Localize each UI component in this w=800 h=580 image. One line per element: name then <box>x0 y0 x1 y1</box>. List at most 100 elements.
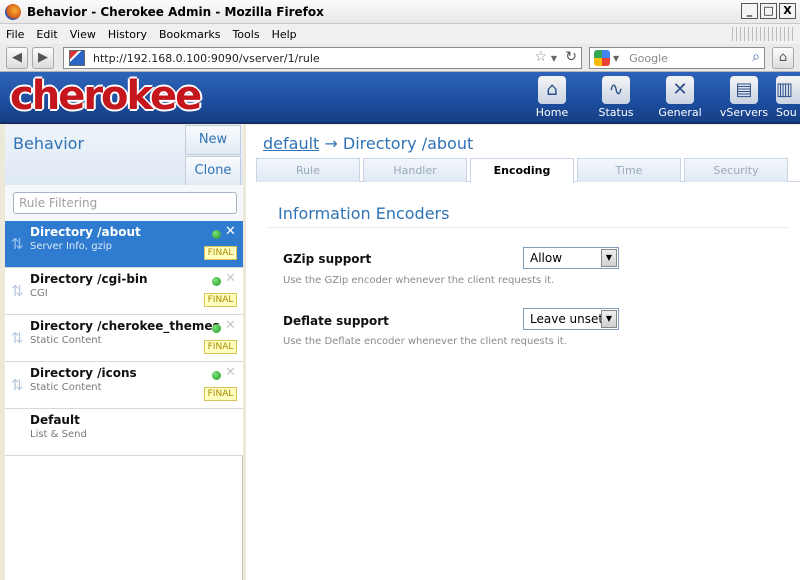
final-badge[interactable]: FINAL <box>204 340 237 354</box>
menu-edit[interactable]: Edit <box>30 28 63 41</box>
behavior-sidebar: Behavior New Clone Rule Filtering ⇅ Dire… <box>5 125 243 580</box>
search-icon[interactable]: ⌕ <box>752 49 760 65</box>
app-header: cherokee ⌂ Home ∿ Status ✕ General ▤ vSe… <box>0 72 800 124</box>
enabled-status-icon[interactable] <box>212 277 221 286</box>
search-input[interactable]: Google <box>629 52 668 65</box>
delete-rule-icon[interactable]: ✕ <box>225 365 236 380</box>
search-bar[interactable]: ▼ Google ⌕ <box>589 47 765 69</box>
drag-handle-icon[interactable]: ⇅ <box>11 282 24 300</box>
menu-file[interactable]: File <box>0 28 30 41</box>
home-icon: ⌂ <box>778 50 788 65</box>
forward-button[interactable]: ▶ <box>32 47 54 69</box>
breadcrumb-current: Directory /about <box>342 134 474 153</box>
rule-editor: default → Directory /about Rule Handler … <box>246 125 800 580</box>
reload-icon[interactable]: ↻ <box>565 49 577 65</box>
minimize-button[interactable]: _ <box>741 3 758 19</box>
rule-item[interactable]: ⇅ Directory /cgi-bin CGI ✕ FINAL <box>5 268 243 315</box>
section-title: Information Encoders <box>278 204 450 223</box>
gzip-select[interactable]: Allow ▼ <box>523 247 619 269</box>
general-icon: ✕ <box>666 76 694 104</box>
nav-vservers[interactable]: ▤ vServers <box>712 76 776 119</box>
breadcrumb-arrow: → <box>319 134 343 153</box>
delete-rule-icon[interactable]: ✕ <box>225 271 236 286</box>
menu-bookmarks[interactable]: Bookmarks <box>153 28 226 41</box>
deflate-select[interactable]: Leave unset ▼ <box>523 308 619 330</box>
menu-history[interactable]: History <box>102 28 153 41</box>
sidebar-header: Behavior New Clone <box>5 125 243 186</box>
deflate-select-value: Leave unset <box>530 312 604 326</box>
deflate-help: Use the Deflate encoder whenever the cli… <box>283 336 567 347</box>
menu-help[interactable]: Help <box>266 28 303 41</box>
rule-name: Directory /cherokee_themes <box>30 319 220 333</box>
final-badge[interactable]: FINAL <box>204 293 237 307</box>
back-button[interactable]: ◀ <box>6 47 28 69</box>
firefox-icon <box>5 3 21 20</box>
final-badge[interactable]: FINAL <box>204 387 237 401</box>
rule-list: ⇅ Directory /about Server Info, gzip ✕ F… <box>5 221 243 456</box>
gzip-label: GZip support <box>283 252 372 266</box>
enabled-status-icon[interactable] <box>212 371 221 380</box>
google-icon[interactable] <box>594 50 610 66</box>
window-title: Behavior - Cherokee Admin - Mozilla Fire… <box>27 4 324 19</box>
nav-vservers-label: vServers <box>719 106 769 119</box>
vservers-icon: ▤ <box>730 76 758 104</box>
rule-handler: Static Content <box>30 382 102 393</box>
breadcrumb: default → Directory /about <box>263 134 473 153</box>
status-icon: ∿ <box>602 76 630 104</box>
rule-item-default[interactable]: Default List & Send <box>5 409 243 456</box>
final-badge[interactable]: FINAL <box>204 246 237 260</box>
home-button[interactable]: ⌂ <box>772 47 794 69</box>
tab-time[interactable]: Time <box>577 158 681 182</box>
nav-general-label: General <box>658 106 702 119</box>
tab-security[interactable]: Security <box>684 158 788 182</box>
toolbar-grip <box>732 27 796 41</box>
rule-tabs: Rule Handler Encoding Time Security <box>256 158 800 183</box>
filter-area: Rule Filtering <box>5 185 243 221</box>
rule-item[interactable]: ⇅ Directory /icons Static Content ✕ FINA… <box>5 362 243 409</box>
nav-sources[interactable]: ▥ Sou <box>776 76 800 119</box>
sidebar-title: Behavior <box>13 134 85 153</box>
rule-filter-input[interactable]: Rule Filtering <box>13 192 237 214</box>
rule-name: Directory /icons <box>30 366 137 380</box>
nav-general[interactable]: ✕ General <box>648 76 712 119</box>
chevron-down-icon[interactable]: ▼ <box>601 310 617 328</box>
drag-handle-icon[interactable]: ⇅ <box>11 235 24 253</box>
rule-item[interactable]: ⇅ Directory /cherokee_themes Static Cont… <box>5 315 243 362</box>
url-text[interactable]: http://192.168.0.100:9090/vserver/1/rule <box>93 52 320 65</box>
enabled-status-icon[interactable] <box>212 230 221 239</box>
tab-encoding[interactable]: Encoding <box>470 158 574 183</box>
rule-name: Directory /about <box>30 225 141 239</box>
nav-status[interactable]: ∿ Status <box>584 76 648 119</box>
drag-handle-icon[interactable]: ⇅ <box>11 329 24 347</box>
delete-rule-icon[interactable]: ✕ <box>225 318 236 333</box>
deflate-label: Deflate support <box>283 314 389 328</box>
menu-view[interactable]: View <box>64 28 102 41</box>
tab-rule[interactable]: Rule <box>256 158 360 182</box>
chevron-down-icon[interactable]: ▼ <box>601 249 617 267</box>
cherokee-logo[interactable]: cherokee <box>10 74 202 118</box>
bookmark-star-icon[interactable]: ☆ <box>534 49 547 65</box>
rule-handler: List & Send <box>30 429 87 440</box>
nav-home[interactable]: ⌂ Home <box>520 76 584 119</box>
clone-rule-button[interactable]: Clone <box>185 156 241 186</box>
new-rule-button[interactable]: New <box>185 125 241 155</box>
menu-tools[interactable]: Tools <box>226 28 265 41</box>
nav-home-label: Home <box>535 106 569 119</box>
rule-item[interactable]: ⇅ Directory /about Server Info, gzip ✕ F… <box>5 221 243 268</box>
window-titlebar: Behavior - Cherokee Admin - Mozilla Fire… <box>0 0 800 24</box>
maximize-button[interactable]: □ <box>760 3 777 19</box>
enabled-status-icon[interactable] <box>212 324 221 333</box>
close-button[interactable]: X <box>779 3 796 19</box>
rule-handler: Static Content <box>30 335 102 346</box>
menu-bar: File Edit View History Bookmarks Tools H… <box>0 24 800 44</box>
breadcrumb-link[interactable]: default <box>263 134 319 153</box>
search-engine-dropdown-icon[interactable]: ▼ <box>613 54 619 63</box>
url-bar[interactable]: http://192.168.0.100:9090/vserver/1/rule… <box>63 47 582 69</box>
sources-icon: ▥ <box>776 76 800 104</box>
tab-handler[interactable]: Handler <box>363 158 467 182</box>
delete-rule-icon[interactable]: ✕ <box>225 224 236 239</box>
url-dropdown-icon[interactable]: ▼ <box>551 54 557 63</box>
drag-handle-icon[interactable]: ⇅ <box>11 376 24 394</box>
rule-name: Default <box>30 413 80 427</box>
app-nav: ⌂ Home ∿ Status ✕ General ▤ vServers ▥ S… <box>520 76 800 119</box>
